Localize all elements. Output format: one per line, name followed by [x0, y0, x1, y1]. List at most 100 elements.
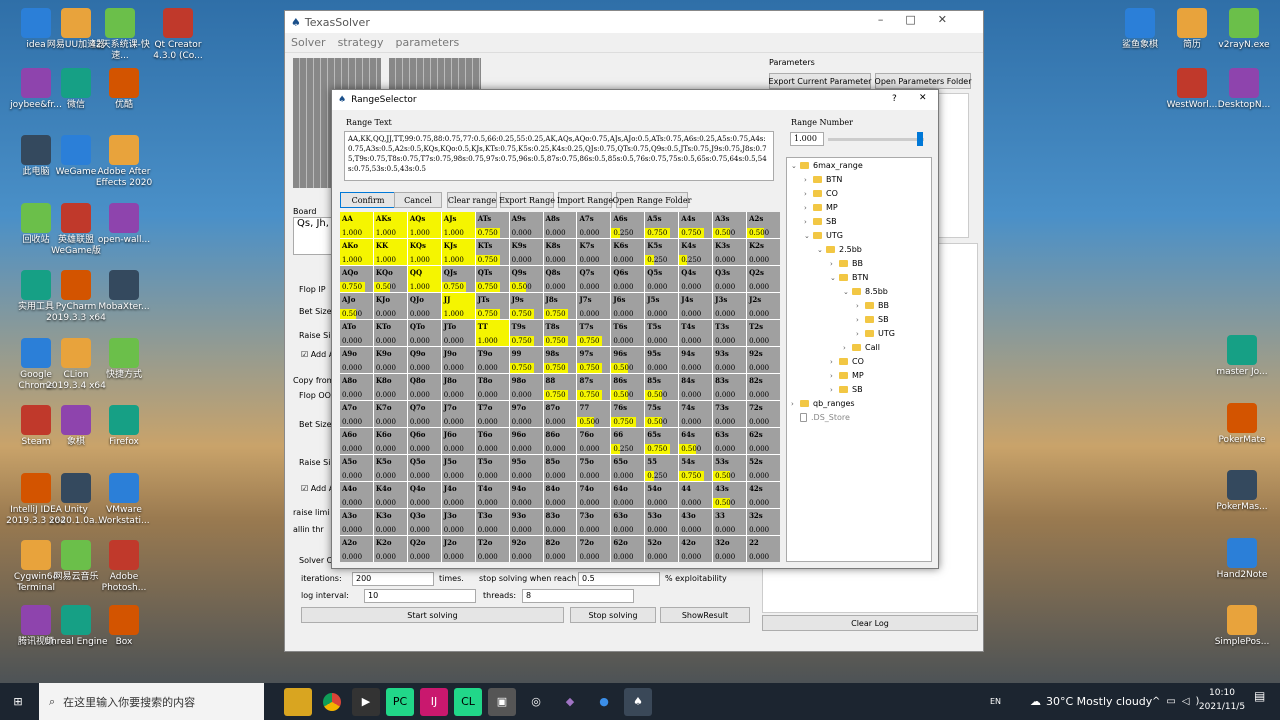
hand-cell-J6o[interactable]: J6o 0.000: [441, 428, 475, 454]
tree-item-sb[interactable]: › SB: [856, 315, 889, 324]
tree-item-sb[interactable]: › SB: [830, 385, 863, 394]
hand-cell-73o[interactable]: 73o 0.000: [577, 509, 611, 535]
close-button[interactable]: ✕: [919, 93, 927, 103]
hand-cell-93s[interactable]: 93s 0.000: [713, 347, 747, 373]
hand-cell-J9s[interactable]: J9s 0.750: [509, 293, 543, 319]
hand-cell-KJo[interactable]: KJo 0.000: [373, 293, 407, 319]
hand-cell-JTs[interactable]: JTs 0.750: [475, 293, 509, 319]
hand-cell-99[interactable]: 99 0.750: [509, 347, 543, 373]
hand-cell-A4s[interactable]: A4s 0.750: [679, 212, 713, 238]
iterations-input[interactable]: 200: [352, 572, 434, 586]
chevron-down-icon[interactable]: ⌄: [817, 246, 826, 254]
hand-cell-52s[interactable]: 52s 0.000: [747, 455, 780, 481]
hand-cell-53s[interactable]: 53s 0.500: [713, 455, 747, 481]
hand-cell-72s[interactable]: 72s 0.000: [747, 401, 780, 427]
chevron-right-icon[interactable]: ›: [830, 386, 839, 394]
hand-cell-K9s[interactable]: K9s 0.000: [509, 239, 543, 265]
hand-cell-T3o[interactable]: T3o 0.000: [475, 509, 509, 535]
tree-item-dsstore[interactable]: .DS_Store: [791, 413, 850, 422]
hand-cell-76s[interactable]: 76s 0.750: [611, 401, 645, 427]
hand-cell-T2o[interactable]: T2o 0.000: [475, 536, 509, 562]
texassolver-taskbar-icon[interactable]: ♠: [624, 687, 652, 716]
tree-item-btn[interactable]: › BTN: [804, 175, 842, 184]
hand-cell-Q9s[interactable]: Q9s 0.500: [509, 266, 543, 292]
hand-cell-AKs[interactable]: AKs 1.000: [373, 212, 407, 238]
desktop-left-icon-9[interactable]: Adobe After Effects 2020: [92, 135, 156, 189]
desktop-left-icon-15[interactable]: MobaXter...: [92, 270, 156, 313]
hand-cell-72o[interactable]: 72o 0.000: [577, 536, 611, 562]
tree-item-co[interactable]: › CO: [804, 189, 838, 198]
range-text-input[interactable]: AA,KK,QQ,JJ,TT,99:0.75,88:0.75,77:0.5,66…: [344, 131, 774, 181]
hand-cell-QQ[interactable]: QQ 1.000: [407, 266, 441, 292]
desktop-left-icon-24[interactable]: VMware Workstati...: [92, 473, 156, 527]
menu-parameters[interactable]: parameters: [395, 36, 459, 49]
windows-start-icon[interactable]: ⊞: [4, 688, 32, 716]
hand-cell-QJs[interactable]: QJs 0.750: [441, 266, 475, 292]
tree-item-bb[interactable]: › BB: [856, 301, 889, 310]
hand-cell-KTs[interactable]: KTs 0.750: [475, 239, 509, 265]
desktop-right-icon-2[interactable]: v2rayN.exe: [1212, 8, 1276, 51]
hand-cell-K8s[interactable]: K8s 0.000: [543, 239, 577, 265]
hand-cell-J5s[interactable]: J5s 0.000: [645, 293, 679, 319]
hand-cell-J3o[interactable]: J3o 0.000: [441, 509, 475, 535]
hand-cell-AKo[interactable]: AKo 1.000: [340, 239, 373, 265]
hand-cell-53o[interactable]: 53o 0.000: [645, 509, 679, 535]
hand-cell-T8o[interactable]: T8o 0.000: [475, 374, 509, 400]
hand-cell-T7s[interactable]: T7s 0.750: [577, 320, 611, 346]
hand-cell-84o[interactable]: 84o 0.000: [543, 482, 577, 508]
hand-cell-73s[interactable]: 73s 0.000: [713, 401, 747, 427]
hand-cell-44[interactable]: 44 0.000: [679, 482, 713, 508]
hand-cell-A4o[interactable]: A4o 0.000: [340, 482, 373, 508]
chevron-right-icon[interactable]: ›: [804, 176, 813, 184]
hand-cell-AJs[interactable]: AJs 1.000: [441, 212, 475, 238]
hand-cell-95o[interactable]: 95o 0.000: [509, 455, 543, 481]
hand-cell-K9o[interactable]: K9o 0.000: [373, 347, 407, 373]
hand-cell-A6s[interactable]: A6s 0.250: [611, 212, 645, 238]
hand-cell-A5s[interactable]: A5s 0.750: [645, 212, 679, 238]
hand-cell-84s[interactable]: 84s 0.000: [679, 374, 713, 400]
hand-cell-Q5o[interactable]: Q5o 0.000: [407, 455, 441, 481]
log-interval-input[interactable]: 10: [364, 589, 476, 603]
hand-cell-T5s[interactable]: T5s 0.000: [645, 320, 679, 346]
hand-cell-K3o[interactable]: K3o 0.000: [373, 509, 407, 535]
hand-cell-J5o[interactable]: J5o 0.000: [441, 455, 475, 481]
threads-input[interactable]: 8: [522, 589, 634, 603]
tree-item-25bb[interactable]: ⌄ 2.5bb: [817, 245, 862, 254]
tree-item-qbranges[interactable]: › qb_ranges: [791, 399, 855, 408]
hand-cell-KTo[interactable]: KTo 0.000: [373, 320, 407, 346]
hand-cell-97s[interactable]: 97s 0.750: [577, 347, 611, 373]
desktop-left-icon-6[interactable]: 优酷: [92, 68, 156, 111]
obs-icon[interactable]: ◎: [522, 688, 550, 716]
hand-cell-75o[interactable]: 75o 0.000: [577, 455, 611, 481]
open-range-folder-button[interactable]: Open Range Folder: [613, 192, 691, 208]
hand-cell-85o[interactable]: 85o 0.000: [543, 455, 577, 481]
confirm-button[interactable]: Confirm: [340, 192, 396, 208]
hand-cell-QTs[interactable]: QTs 0.750: [475, 266, 509, 292]
app-circle-icon[interactable]: ●: [590, 688, 618, 716]
chevron-right-icon[interactable]: ›: [856, 302, 865, 310]
desktop-right-icon-4[interactable]: DesktopN...: [1212, 68, 1276, 111]
import-range-button[interactable]: Import Range: [557, 192, 613, 208]
tree-item-6maxrange[interactable]: ⌄ 6max_range: [791, 161, 863, 170]
language-indicator[interactable]: EN: [990, 697, 1001, 706]
hand-cell-42s[interactable]: 42s 0.000: [747, 482, 780, 508]
hand-cell-J6s[interactable]: J6s 0.000: [611, 293, 645, 319]
hand-cell-65s[interactable]: 65s 0.750: [645, 428, 679, 454]
hand-cell-98o[interactable]: 98o 0.000: [509, 374, 543, 400]
hand-cell-A2o[interactable]: A2o 0.000: [340, 536, 373, 562]
hand-cell-K2o[interactable]: K2o 0.000: [373, 536, 407, 562]
hand-cell-T5o[interactable]: T5o 0.000: [475, 455, 509, 481]
hand-cell-87o[interactable]: 87o 0.000: [543, 401, 577, 427]
hand-cell-K7s[interactable]: K7s 0.000: [577, 239, 611, 265]
hand-cell-Q2o[interactable]: Q2o 0.000: [407, 536, 441, 562]
hand-cell-J4o[interactable]: J4o 0.000: [441, 482, 475, 508]
hand-cell-AQs[interactable]: AQs 1.000: [407, 212, 441, 238]
hand-cell-K5o[interactable]: K5o 0.000: [373, 455, 407, 481]
hand-cell-54o[interactable]: 54o 0.000: [645, 482, 679, 508]
hand-cell-96o[interactable]: 96o 0.000: [509, 428, 543, 454]
hand-cell-QJo[interactable]: QJo 0.000: [407, 293, 441, 319]
add-allin-oop-checkbox[interactable]: ☑ Add A: [301, 484, 334, 493]
hand-cell-88[interactable]: 88 0.750: [543, 374, 577, 400]
desktop-right-icon-7[interactable]: PokerMas...: [1210, 470, 1274, 513]
hand-cell-ATs[interactable]: ATs 0.750: [475, 212, 509, 238]
